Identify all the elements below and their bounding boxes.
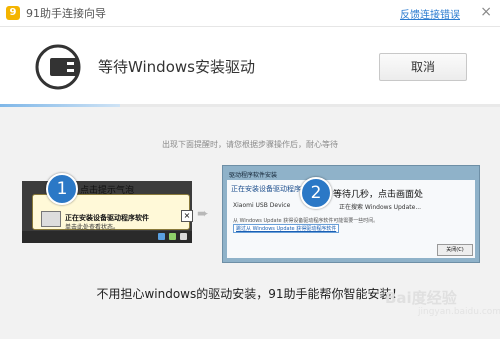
dialog-close-button[interactable]: 关闭(C) [437,244,473,256]
dialog-description: 从 Windows Update 获得设备驱动程序软件可能需要一些时间。 [233,218,379,224]
arrow-right-icon: ➨ [197,206,209,222]
step2-screenshot: 驱动程序软件安装 正在安装设备驱动程序软件 Xiaomi USB Device … [222,165,480,263]
window-title: 91助手连接向导 [26,7,106,20]
cancel-button[interactable]: 取消 [379,53,467,81]
device-icon [41,211,61,227]
step2-label: 等待几秒，点击画面处 [333,190,424,200]
volume-icon [169,233,176,240]
device-name: Xiaomi USB Device [233,202,291,209]
step1-label: 点击提示气泡 [80,186,135,196]
watermark: Bai度经验 [385,289,457,307]
skip-windows-update-link[interactable]: 跳过从 Windows Update 获得驱动程序软件 [233,224,340,233]
header: 等待Windows安装驱动 取消 [0,27,500,105]
usb-tray-icon [180,233,187,240]
watermark-url: jingyan.baidu.com [418,307,500,317]
system-tray [22,231,192,243]
step2-number-badge: 2 [300,177,332,209]
dialog-title: 驱动程序软件安装 [229,172,278,179]
step1-number-badge: 1 [46,173,78,205]
device-status: 正在搜索 Windows Update... [339,204,422,211]
network-icon [158,233,165,240]
balloon-close-icon: × [181,210,193,222]
close-window-button[interactable]: × [480,4,492,20]
balloon-subtitle: 单击此处查看状态。 [65,224,120,231]
title-bar: 9 91助手连接向导 反馈连接错误 × [0,0,500,27]
app-logo-icon: 9 [6,6,20,20]
instruction-hint: 出现下面提醒时，请您根据步骤操作后，耐心等待 [162,140,338,149]
feedback-link[interactable]: 反馈连接错误 [400,6,460,21]
page-title: 等待Windows安装驱动 [98,58,255,76]
usb-icon [35,44,81,90]
